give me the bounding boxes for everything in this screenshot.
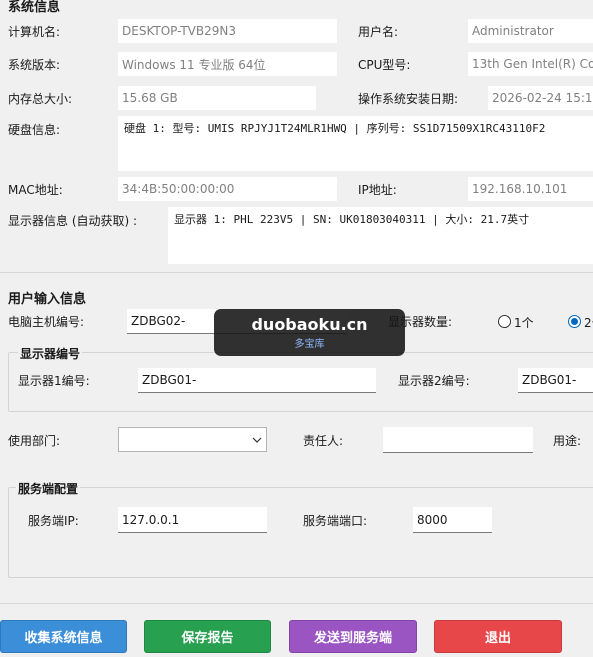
host-id-label: 电脑主机编号:: [8, 315, 85, 329]
memory-field[interactable]: 15.68 GB: [118, 86, 316, 110]
ip-field[interactable]: 192.168.10.101: [468, 177, 593, 201]
server-port-input[interactable]: 8000: [413, 507, 492, 533]
monitor-info-textarea[interactable]: 显示器 1: PHL 223V5 | SN: UK01803040311 | 大…: [168, 207, 593, 264]
usage-label: 用途:: [553, 434, 582, 448]
exit-button[interactable]: 退出: [434, 620, 562, 653]
owner-input[interactable]: [383, 427, 533, 453]
monitor2-input[interactable]: ZDBG01-: [518, 368, 593, 393]
cpu-label: CPU型号:: [358, 58, 411, 72]
monitor-count-option-2: 2个: [584, 316, 593, 330]
computer-name-label: 计算机名:: [8, 25, 61, 39]
monitor2-label: 显示器2编号:: [398, 374, 470, 388]
owner-label: 责任人:: [303, 434, 344, 448]
username-field[interactable]: Administrator: [468, 19, 593, 43]
server-config-title: 服务端配置: [16, 480, 81, 497]
install-date-label: 操作系统安装日期:: [358, 92, 459, 106]
os-version-label: 系统版本:: [8, 58, 61, 72]
server-ip-input[interactable]: 127.0.0.1: [118, 507, 267, 533]
memory-label: 内存总大小:: [8, 92, 73, 106]
monitor1-input[interactable]: ZDBG01-: [138, 368, 376, 393]
section-divider: [0, 272, 593, 273]
disk-info-textarea[interactable]: 硬盘 1: 型号: UMIS RPJYJ1T24MLR1HWQ | 序列号: S…: [118, 116, 593, 171]
monitor-count-option-1: 1个: [514, 316, 534, 330]
mac-field[interactable]: 34:4B:50:00:00:00: [118, 177, 337, 201]
mac-label: MAC地址:: [8, 183, 63, 197]
send-to-server-button[interactable]: 发送到服务端: [289, 620, 417, 653]
monitor1-label: 显示器1编号:: [18, 374, 90, 388]
disk-label: 硬盘信息:: [8, 123, 61, 137]
install-date-field[interactable]: 2026-02-24 15:10: [488, 86, 593, 110]
button-divider: [0, 603, 593, 604]
save-report-button[interactable]: 保存报告: [144, 620, 271, 653]
computer-name-field[interactable]: DESKTOP-TVB29N3: [118, 19, 337, 43]
monitor-count-radio-2[interactable]: [568, 315, 581, 328]
monitor-ids-title: 显示器编号: [18, 345, 83, 362]
monitor-count-radio-1[interactable]: [498, 315, 511, 328]
monitor-info-label: 显示器信息 (自动获取) :: [8, 214, 138, 228]
watermark-subtext: 多宝库: [294, 339, 325, 350]
server-groupbox: [8, 487, 593, 578]
ip-label: IP地址:: [358, 183, 397, 197]
watermark-text: duobaoku.cn: [251, 315, 368, 334]
department-select[interactable]: [118, 427, 267, 452]
cpu-field[interactable]: 13th Gen Intel(R) Cor: [468, 52, 593, 76]
collect-system-info-button[interactable]: 收集系统信息: [0, 620, 127, 653]
os-version-field[interactable]: Windows 11 专业版 64位: [118, 52, 337, 76]
server-ip-label: 服务端IP:: [28, 514, 79, 528]
watermark-overlay: duobaoku.cn 多宝库: [214, 309, 405, 356]
server-port-label: 服务端端口:: [303, 514, 368, 528]
chevron-down-icon: [252, 437, 262, 443]
user-input-title: 用户输入信息: [8, 292, 87, 307]
system-info-title: 系统信息: [8, 0, 61, 15]
username-label: 用户名:: [358, 25, 399, 39]
department-label: 使用部门:: [8, 434, 61, 448]
